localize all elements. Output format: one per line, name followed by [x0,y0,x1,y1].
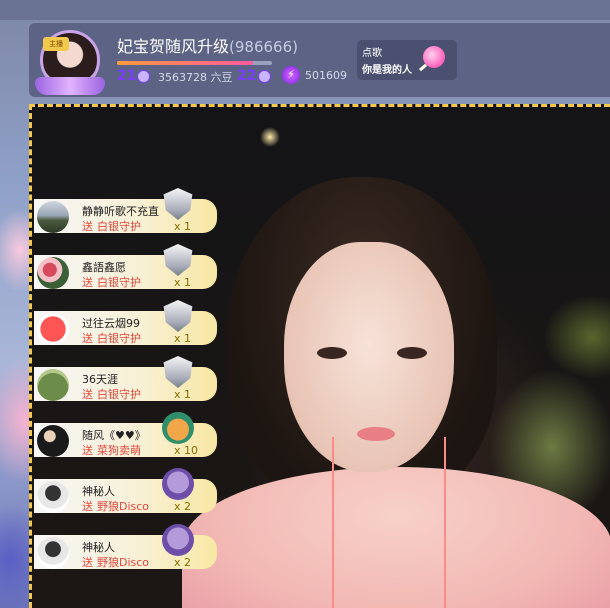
sender-avatar[interactable] [37,369,69,401]
right-eye [397,347,427,359]
gift-count: x 1 [174,388,192,401]
gift-name: 野狼Disco [97,500,150,513]
gift-count: x 2 [174,500,192,513]
sender-avatar[interactable] [37,201,69,233]
gift-verb: 送 [82,220,93,233]
anchor-info-bar: 主播 妃宝贺随风升级(986666) 21 3563728 六豆 22 ⚡ 50… [29,23,610,97]
gift-message-item[interactable]: 鑫語鑫愿送白银守护 x 1 [34,244,217,290]
gift-verb: 送 [82,556,93,569]
gift-description: 送白银守护 [82,274,141,290]
gift-description: 送野狼Disco [82,554,149,570]
gift-name: 白银守护 [97,388,141,401]
gift-message-item[interactable]: 36天涯送白银守护 x 1 [34,356,217,402]
earphone-cable-left [332,437,334,608]
song-request-title: 点歌 [362,48,382,59]
gift-count: x 1 [174,220,192,233]
song-request-button[interactable]: 点歌 你是我的人 [357,40,457,80]
earphone-cable-right [444,437,446,608]
streamer-eyes [317,347,427,361]
gift-name: 白银守护 [97,220,141,233]
anchor-name-text: 妃宝贺随风升级 [117,37,230,56]
gift-description: 送白银守护 [82,218,141,234]
gift-count: x 10 [174,444,199,457]
anchor-avatar[interactable]: 主播 [35,27,105,95]
gift-name: 白银守护 [97,276,141,289]
level-progress-bar [117,61,272,65]
wolf-gift-icon [162,468,194,500]
gift-count: x 2 [174,556,192,569]
gift-description: 送白银守护 [82,330,141,346]
level-progress-fill [117,61,254,65]
gift-name: 野狼Disco [97,556,150,569]
gift-description: 送白银守护 [82,386,141,402]
sender-name[interactable]: 神秘人 [82,539,115,555]
gift-verb: 送 [82,388,93,401]
avatar-frame-ornament [35,77,105,95]
top-strip [0,0,610,20]
wolf-gift-icon [162,524,194,556]
streamer-lips [357,427,395,441]
anchor-name: 妃宝贺随风升级(986666) [117,33,298,57]
sender-name[interactable]: 鑫語鑫愿 [82,259,126,275]
beans-count: 3563728 六豆 [158,71,233,84]
sender-name[interactable]: 随风《♥♥》 [82,427,146,443]
gift-name: 白银守护 [97,332,141,345]
gift-message-item[interactable]: 静静听歌不充直送白银守护 x 1 [34,188,217,234]
gift-message-item[interactable]: 随风《♥♥》送菜狗卖萌 x 10 [34,412,217,458]
sender-name[interactable]: 36天涯 [82,371,118,387]
anchor-room-id: (986666) [229,38,298,56]
sender-avatar[interactable] [37,537,69,569]
dog-gift-icon [162,412,194,444]
lollipop-icon [423,46,445,68]
lightning-icon: ⚡ [282,66,300,84]
next-level-medal-icon [258,70,271,83]
anchor-level-badge: 主播 [43,37,69,51]
gift-message-item[interactable]: 神秘人送野狼Disco x 2 [34,524,217,570]
fans-count: 501609 [305,69,347,82]
gift-message-item[interactable]: 过往云烟99 送白银守护 x 1 [34,300,217,346]
current-level: 21 [117,68,137,84]
left-eye [317,347,347,359]
sender-name[interactable]: 静静听歌不充直 [82,203,159,219]
sender-avatar[interactable] [37,481,69,513]
sender-avatar[interactable] [37,425,69,457]
gift-message-item[interactable]: 神秘人送野狼Disco x 2 [34,468,217,514]
next-level: 22 [237,68,257,84]
gift-description: 送菜狗卖萌 [82,442,141,458]
level-medal-icon [137,70,150,83]
sender-name[interactable]: 神秘人 [82,483,115,499]
sender-avatar[interactable] [37,313,69,345]
gift-count: x 1 [174,276,192,289]
gift-name: 菜狗卖萌 [97,444,141,457]
gift-count: x 1 [174,332,192,345]
gift-description: 送野狼Disco [82,498,149,514]
current-song: 你是我的人 [362,65,412,76]
sender-name[interactable]: 过往云烟99 [82,315,140,331]
gift-verb: 送 [82,500,93,513]
sender-avatar[interactable] [37,257,69,289]
gift-verb: 送 [82,276,93,289]
gift-verb: 送 [82,332,93,345]
gift-verb: 送 [82,444,93,457]
